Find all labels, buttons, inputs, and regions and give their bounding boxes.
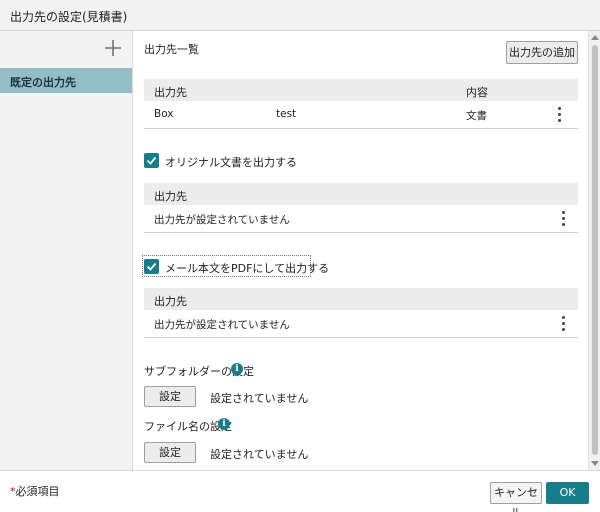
- info-icon[interactable]: i: [231, 363, 243, 375]
- table-row[interactable]: 出力先が設定されていません: [144, 205, 578, 233]
- required-text: 必須項目: [15, 485, 60, 498]
- scrollbar-thumb[interactable]: [592, 45, 598, 455]
- mail-body-option: メール本文をPDFにして出力する: [142, 255, 344, 278]
- row-value: 出力先が設定されていません: [154, 214, 290, 226]
- table-header: 出力先 内容: [144, 79, 578, 101]
- subfolder-setting-value: 設定されていません: [210, 392, 309, 405]
- destination-list-label: 出力先一覧: [144, 43, 199, 56]
- mail-body-checkbox[interactable]: [144, 259, 159, 274]
- original-doc-option: オリジナル文書を出力する: [144, 152, 344, 172]
- row-name: test: [276, 108, 297, 120]
- mail-body-label: メール本文をPDFにして出力する: [165, 262, 330, 275]
- scroll-down-icon[interactable]: [591, 461, 599, 466]
- info-icon[interactable]: i: [218, 418, 230, 430]
- row-value: 出力先が設定されていません: [154, 319, 290, 331]
- filename-setting-button[interactable]: 設定: [144, 442, 196, 463]
- table-header: 出力先: [144, 288, 578, 310]
- title-bar: 出力先の設定(見積書): [0, 0, 600, 31]
- original-doc-label: オリジナル文書を出力する: [165, 156, 297, 169]
- sidebar-item-default-destination[interactable]: 既定の出力先: [0, 68, 132, 93]
- ok-button[interactable]: OK: [546, 482, 589, 504]
- add-destination-button[interactable]: 出力先の追加: [506, 41, 578, 64]
- sidebar: 既定の出力先: [0, 31, 133, 470]
- filename-setting-value: 設定されていません: [210, 448, 309, 461]
- row-content: 文書: [466, 110, 487, 122]
- row-destination: Box: [154, 108, 174, 120]
- plus-icon[interactable]: [104, 39, 122, 57]
- column-header-destination: 出力先: [154, 190, 187, 203]
- row-menu-icon[interactable]: [562, 211, 566, 227]
- sidebar-item-label: 既定の出力先: [10, 76, 76, 89]
- table-row[interactable]: 出力先が設定されていません: [144, 310, 578, 338]
- cancel-button[interactable]: キャンセル: [490, 482, 542, 512]
- column-header-destination: 出力先: [154, 86, 187, 99]
- original-doc-checkbox[interactable]: [144, 153, 159, 168]
- window-title: 出力先の設定(見積書): [10, 10, 128, 24]
- row-menu-icon[interactable]: [562, 316, 566, 332]
- vertical-scrollbar[interactable]: [588, 31, 600, 470]
- table-row[interactable]: Box test 文書: [144, 101, 578, 129]
- table-header: 出力先: [144, 183, 578, 205]
- required-note: *必須項目: [10, 483, 60, 499]
- main-panel: 出力先一覧 出力先の追加 出力先 内容 Box test 文書 オリジナル文書を…: [133, 31, 588, 470]
- scroll-up-icon[interactable]: [591, 35, 599, 40]
- subfolder-setting-button[interactable]: 設定: [144, 386, 196, 407]
- column-header-destination: 出力先: [154, 295, 187, 308]
- dialog-footer: *必須項目 キャンセル OK: [0, 470, 600, 512]
- column-header-content: 内容: [466, 86, 488, 99]
- row-menu-icon[interactable]: [558, 107, 562, 123]
